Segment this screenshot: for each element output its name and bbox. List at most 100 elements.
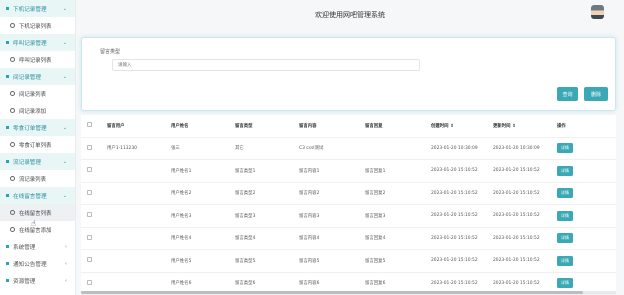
sidebar-item[interactable]: 零食订单列表	[0, 136, 75, 153]
sidebar: 下机记录管理 ⌄ 下机记录列表 呼叫记录管理 ⌄ 呼叫记录列表 间记录管理 ⌄ 间记录列表 间记录…	[0, 0, 76, 295]
search-panel: 留言类型 查询 删除	[81, 37, 616, 111]
sidebar-group[interactable]: 资源管理 ‹	[0, 272, 75, 289]
sidebar-item[interactable]: 在线留言添加	[0, 221, 75, 238]
table-cell: 用户1-113230	[101, 137, 165, 160]
chevron-icon: ⌄	[62, 5, 67, 12]
detail-button[interactable]: 详情	[557, 233, 573, 244]
row-checkbox[interactable]	[87, 167, 92, 173]
column-header: 留言用户	[101, 115, 165, 138]
row-checkbox[interactable]	[87, 234, 92, 240]
table-cell	[359, 137, 425, 160]
table-row: 用户姓名2 留言类型2 留言内容2 留言回复2 2023-01-20 15:10:52 2…	[81, 182, 616, 205]
table-cell: 2023-01-20 15:10:52	[487, 249, 551, 273]
sidebar-item[interactable]: 间记录添加	[0, 102, 75, 119]
detail-button[interactable]: 详情	[557, 143, 573, 154]
avatar[interactable]	[591, 5, 604, 19]
sidebar-group-label: 资源管理	[13, 278, 36, 285]
sidebar-group[interactable]: 系统管理 ‹	[0, 238, 75, 255]
chevron-icon: ‹	[65, 243, 67, 250]
table-cell	[101, 182, 165, 205]
detail-button[interactable]: 详情	[557, 188, 573, 199]
row-checkbox-cell	[81, 249, 101, 273]
table-row: 用户姓名4 留言类型4 留言内容4 留言回复4 2023-01-20 15:10:52 2…	[81, 227, 616, 250]
table-cell: 2023-01-20 15:10:52	[425, 159, 487, 183]
table-row: 用户姓名5 留言类型5 留言内容5 留言回复5 2023-01-20 15:10:52 2…	[81, 249, 616, 273]
table-cell: 2023-01-20 15:10:52	[487, 159, 551, 183]
action-cell: 详情	[551, 204, 616, 228]
table-cell: 留言内容5	[293, 249, 359, 273]
row-checkbox[interactable]	[87, 257, 92, 263]
sidebar-group[interactable]: 零食订单管理 ⌄	[0, 119, 75, 136]
table-cell: 2023-01-20 15:10:52	[425, 204, 487, 228]
sidebar-group[interactable]: 流记录管理 ⌄	[0, 153, 75, 170]
row-checkbox-cell	[81, 137, 101, 160]
detail-button[interactable]: 详情	[557, 165, 573, 176]
sidebar-group[interactable]: 呼叫记录管理 ⌄	[0, 34, 75, 51]
detail-button[interactable]: 详情	[557, 278, 573, 289]
sidebar-group-label: 间记录管理	[13, 74, 41, 81]
table-cell: 留言类型4	[229, 227, 293, 250]
table-cell: 2023-01-20 15:10:52	[487, 227, 551, 250]
mouse-cursor-icon: ☝	[31, 219, 36, 228]
sidebar-group[interactable]: 通知公告管理 ‹	[0, 255, 75, 272]
table-cell: 2023-01-20 15:10:52	[487, 182, 551, 205]
menu-dot-icon	[6, 41, 9, 44]
table-cell: 留言类型2	[229, 182, 293, 205]
detail-button[interactable]: 详情	[557, 255, 573, 266]
chevron-icon: ⌄	[62, 39, 67, 46]
table-cell: 留言回复3	[359, 204, 425, 228]
sidebar-item[interactable]: 在线留言列表	[0, 204, 75, 221]
chevron-icon: ‹	[65, 277, 67, 284]
delete-button[interactable]: 删除	[584, 87, 608, 101]
sidebar-item[interactable]: 下机记录列表	[0, 17, 75, 34]
table-cell: 用户姓名5	[165, 249, 229, 273]
sidebar-item[interactable]: 呼叫记录列表	[0, 51, 75, 68]
horizontal-scrollbar[interactable]	[81, 291, 616, 294]
chevron-icon: ⌄	[62, 124, 67, 131]
row-checkbox[interactable]	[87, 279, 92, 285]
column-header: 操作	[551, 115, 616, 138]
menu-dot-icon	[6, 160, 9, 163]
table-cell: 留言内容2	[293, 182, 359, 205]
detail-button[interactable]: 详情	[557, 210, 573, 221]
sidebar-group-label: 零食订单管理	[13, 125, 47, 132]
row-checkbox-cell	[81, 182, 101, 205]
column-header: 留言回复	[359, 115, 425, 138]
table-row: 用户姓名1 留言类型1 留言内容1 留言回复1 2023-01-20 15:10:52 2…	[81, 159, 616, 183]
table-cell: 留言类型3	[229, 204, 293, 228]
list-icon	[10, 210, 15, 215]
column-header: 用户姓名	[165, 115, 229, 138]
table-cell: 留言回复1	[359, 159, 425, 183]
message-type-input[interactable]	[112, 59, 420, 71]
sidebar-item[interactable]: 间记录列表	[0, 85, 75, 102]
table-cell: 2023-01-20 15:10:52	[487, 204, 551, 228]
sidebar-item-label: 流记录列表	[19, 176, 46, 183]
menu-dot-icon	[6, 245, 9, 248]
table-cell: 张三	[165, 137, 229, 160]
row-checkbox[interactable]	[87, 189, 92, 195]
select-all-checkbox[interactable]	[87, 122, 92, 128]
table-cell: 留言类型5	[229, 249, 293, 273]
chevron-icon: ⌄	[62, 158, 67, 165]
action-cell: 详情	[551, 227, 616, 250]
sidebar-group[interactable]: 间记录管理 ⌄	[0, 68, 75, 85]
select-all-checkbox-cell[interactable]	[81, 115, 101, 138]
sidebar-group[interactable]: 下机记录管理 ⌄	[0, 0, 75, 17]
table-cell: 留言内容3	[293, 204, 359, 228]
table-cell: 留言内容1	[293, 159, 359, 183]
scrollbar-thumb[interactable]	[81, 291, 583, 294]
table-cell: C3 cssl测试	[293, 137, 359, 160]
table-cell: 2023-01-20 15:10:52	[425, 249, 487, 273]
menu-dot-icon	[6, 194, 9, 197]
sidebar-group[interactable]: 在线留言管理 ⌄	[0, 187, 75, 204]
table-cell: 留言内容4	[293, 227, 359, 250]
list-icon	[10, 108, 15, 113]
sidebar-item[interactable]: 流记录列表	[0, 170, 75, 187]
table-cell	[101, 159, 165, 183]
page-title: 欢迎使用网吧管理系统	[315, 10, 385, 19]
menu-dot-icon	[6, 262, 9, 265]
row-checkbox[interactable]	[87, 144, 92, 150]
table-cell: 留言回复5	[359, 249, 425, 273]
query-button[interactable]: 查询	[557, 87, 578, 101]
row-checkbox[interactable]	[87, 212, 92, 218]
